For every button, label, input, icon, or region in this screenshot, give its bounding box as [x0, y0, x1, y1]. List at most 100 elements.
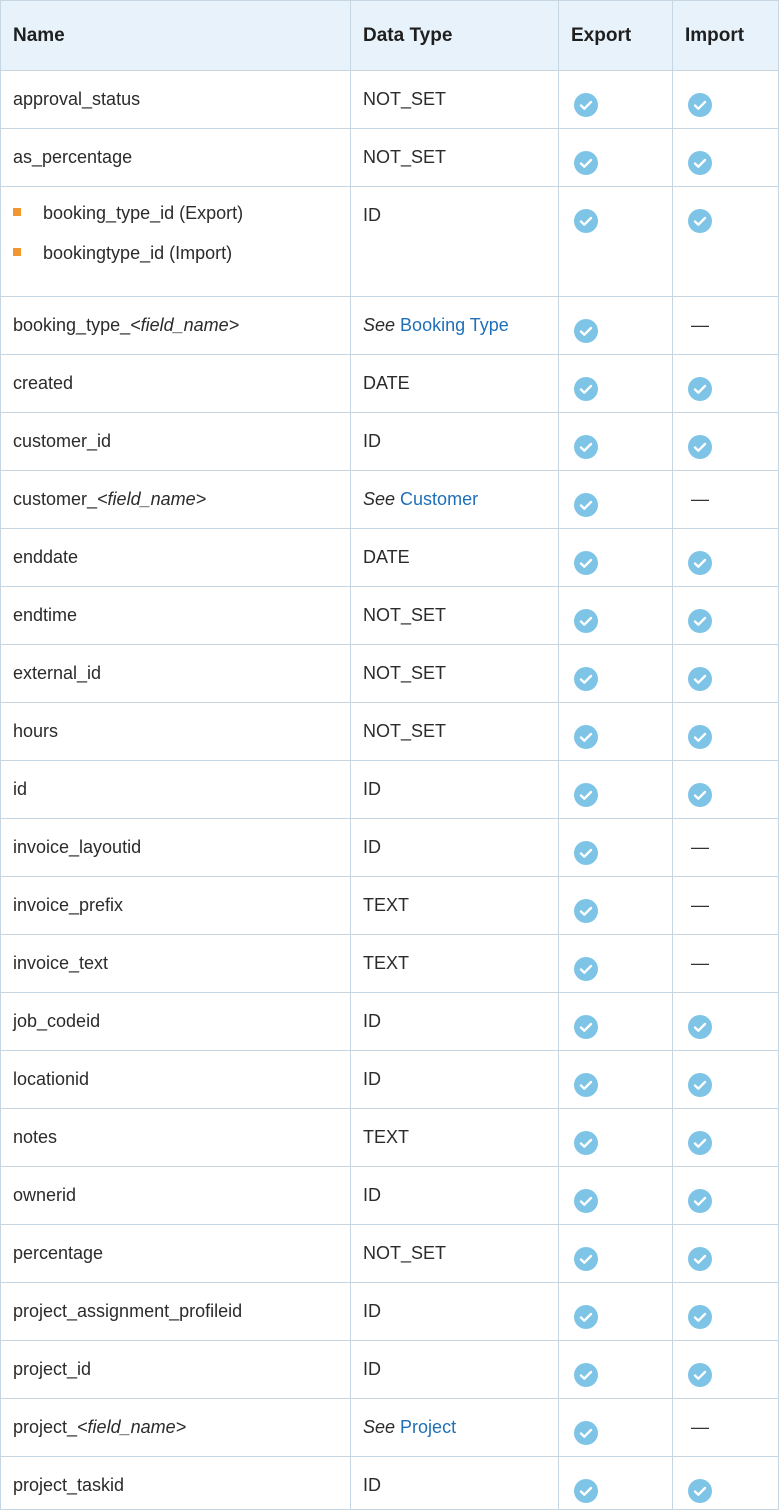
- cell-import: [672, 1050, 779, 1109]
- table-row: id ID: [0, 760, 779, 819]
- field-name: enddate: [13, 547, 79, 567]
- cell-name: invoice_layoutid: [0, 818, 351, 877]
- cell-name: approval_status: [0, 70, 351, 129]
- cell-type: ID: [350, 1340, 559, 1399]
- field-type: NOT_SET: [363, 89, 447, 109]
- cell-name: project_<field_name>: [0, 1398, 351, 1457]
- cell-type: NOT_SET: [350, 1224, 559, 1283]
- field-type: TEXT: [363, 953, 410, 973]
- cell-import: [672, 644, 779, 703]
- field-type: NOT_SET: [363, 663, 447, 683]
- cell-type: ID: [350, 818, 559, 877]
- cell-name: percentage: [0, 1224, 351, 1283]
- field-name: endtime: [13, 605, 78, 625]
- cell-import: —: [672, 818, 779, 877]
- cell-name: job_codeid: [0, 992, 351, 1051]
- cell-type: TEXT: [350, 1108, 559, 1167]
- cell-type: ID: [350, 1456, 559, 1510]
- project-link[interactable]: Project: [400, 1417, 456, 1437]
- check-circle-icon: [574, 725, 598, 749]
- cell-import: [672, 354, 779, 413]
- field-name: project_assignment_profileid: [13, 1301, 243, 1321]
- cell-export: [558, 128, 673, 187]
- cell-import: [672, 1282, 779, 1341]
- see-label: See: [363, 315, 396, 335]
- cell-name: project_assignment_profileid: [0, 1282, 351, 1341]
- check-circle-icon: [688, 1247, 712, 1271]
- cell-export: [558, 1224, 673, 1283]
- check-circle-icon: [574, 319, 598, 343]
- cell-export: [558, 186, 673, 297]
- booking-type-link[interactable]: Booking Type: [400, 315, 509, 335]
- cell-export: [558, 354, 673, 413]
- cell-export: [558, 412, 673, 471]
- cell-type: See Customer: [350, 470, 559, 529]
- field-type: NOT_SET: [363, 1243, 447, 1263]
- cell-import: [672, 702, 779, 761]
- cell-type: NOT_SET: [350, 70, 559, 129]
- cell-name: customer_id: [0, 412, 351, 471]
- cell-name: hours: [0, 702, 351, 761]
- header-row: Name Data Type Export Import: [0, 0, 779, 71]
- table-row: created DATE: [0, 354, 779, 413]
- cell-name: created: [0, 354, 351, 413]
- field-type: ID: [363, 1301, 381, 1321]
- check-circle-icon: [574, 1189, 598, 1213]
- dash: —: [691, 1417, 709, 1437]
- cell-type: NOT_SET: [350, 128, 559, 187]
- field-type: NOT_SET: [363, 605, 447, 625]
- cell-name: project_taskid: [0, 1456, 351, 1510]
- field-type: ID: [363, 431, 381, 451]
- cell-name: enddate: [0, 528, 351, 587]
- check-circle-icon: [574, 1421, 598, 1445]
- cell-type: ID: [350, 412, 559, 471]
- field-name: project_taskid: [13, 1475, 125, 1495]
- cell-type: NOT_SET: [350, 586, 559, 645]
- bullet-icon: [13, 248, 21, 256]
- field-name: locationid: [13, 1069, 90, 1089]
- check-circle-icon: [688, 667, 712, 691]
- check-circle-icon: [688, 1479, 712, 1503]
- check-circle-icon: [574, 1363, 598, 1387]
- name-list: booking_type_id (Export) bookingtype_id …: [13, 201, 338, 281]
- table-row: booking_type_<field_name> See Booking Ty…: [0, 296, 779, 355]
- header-export: Export: [558, 0, 673, 71]
- field-name: invoice_layoutid: [13, 837, 142, 857]
- table-row: invoice_text TEXT —: [0, 934, 779, 993]
- header-import: Import: [672, 0, 779, 71]
- table-row: project_id ID: [0, 1340, 779, 1399]
- field-name: hours: [13, 721, 59, 741]
- cell-export: [558, 1108, 673, 1167]
- customer-link[interactable]: Customer: [400, 489, 478, 509]
- field-name: approval_status: [13, 89, 141, 109]
- cell-import: [672, 586, 779, 645]
- cell-type: TEXT: [350, 934, 559, 993]
- check-circle-icon: [688, 1189, 712, 1213]
- check-circle-icon: [574, 209, 598, 233]
- cell-export: [558, 760, 673, 819]
- cell-type: See Booking Type: [350, 296, 559, 355]
- cell-import: —: [672, 470, 779, 529]
- dash: —: [691, 489, 709, 509]
- cell-import: [672, 412, 779, 471]
- field-name: project_<field_name>: [13, 1417, 187, 1437]
- field-type: ID: [363, 1011, 381, 1031]
- cell-import: [672, 1108, 779, 1167]
- check-circle-icon: [574, 1479, 598, 1503]
- check-circle-icon: [688, 1305, 712, 1329]
- cell-export: [558, 644, 673, 703]
- list-item: booking_type_id (Export): [13, 201, 338, 241]
- cell-type: TEXT: [350, 876, 559, 935]
- field-name: as_percentage: [13, 147, 133, 167]
- check-circle-icon: [688, 151, 712, 175]
- field-type: ID: [363, 1069, 381, 1089]
- table-row: project_taskid ID: [0, 1456, 779, 1510]
- cell-export: [558, 470, 673, 529]
- cell-import: [672, 760, 779, 819]
- table-row: hours NOT_SET: [0, 702, 779, 761]
- cell-import: —: [672, 1398, 779, 1457]
- field-name: percentage: [13, 1243, 104, 1263]
- field-type: NOT_SET: [363, 147, 447, 167]
- cell-type: DATE: [350, 354, 559, 413]
- field-name: invoice_prefix: [13, 895, 124, 915]
